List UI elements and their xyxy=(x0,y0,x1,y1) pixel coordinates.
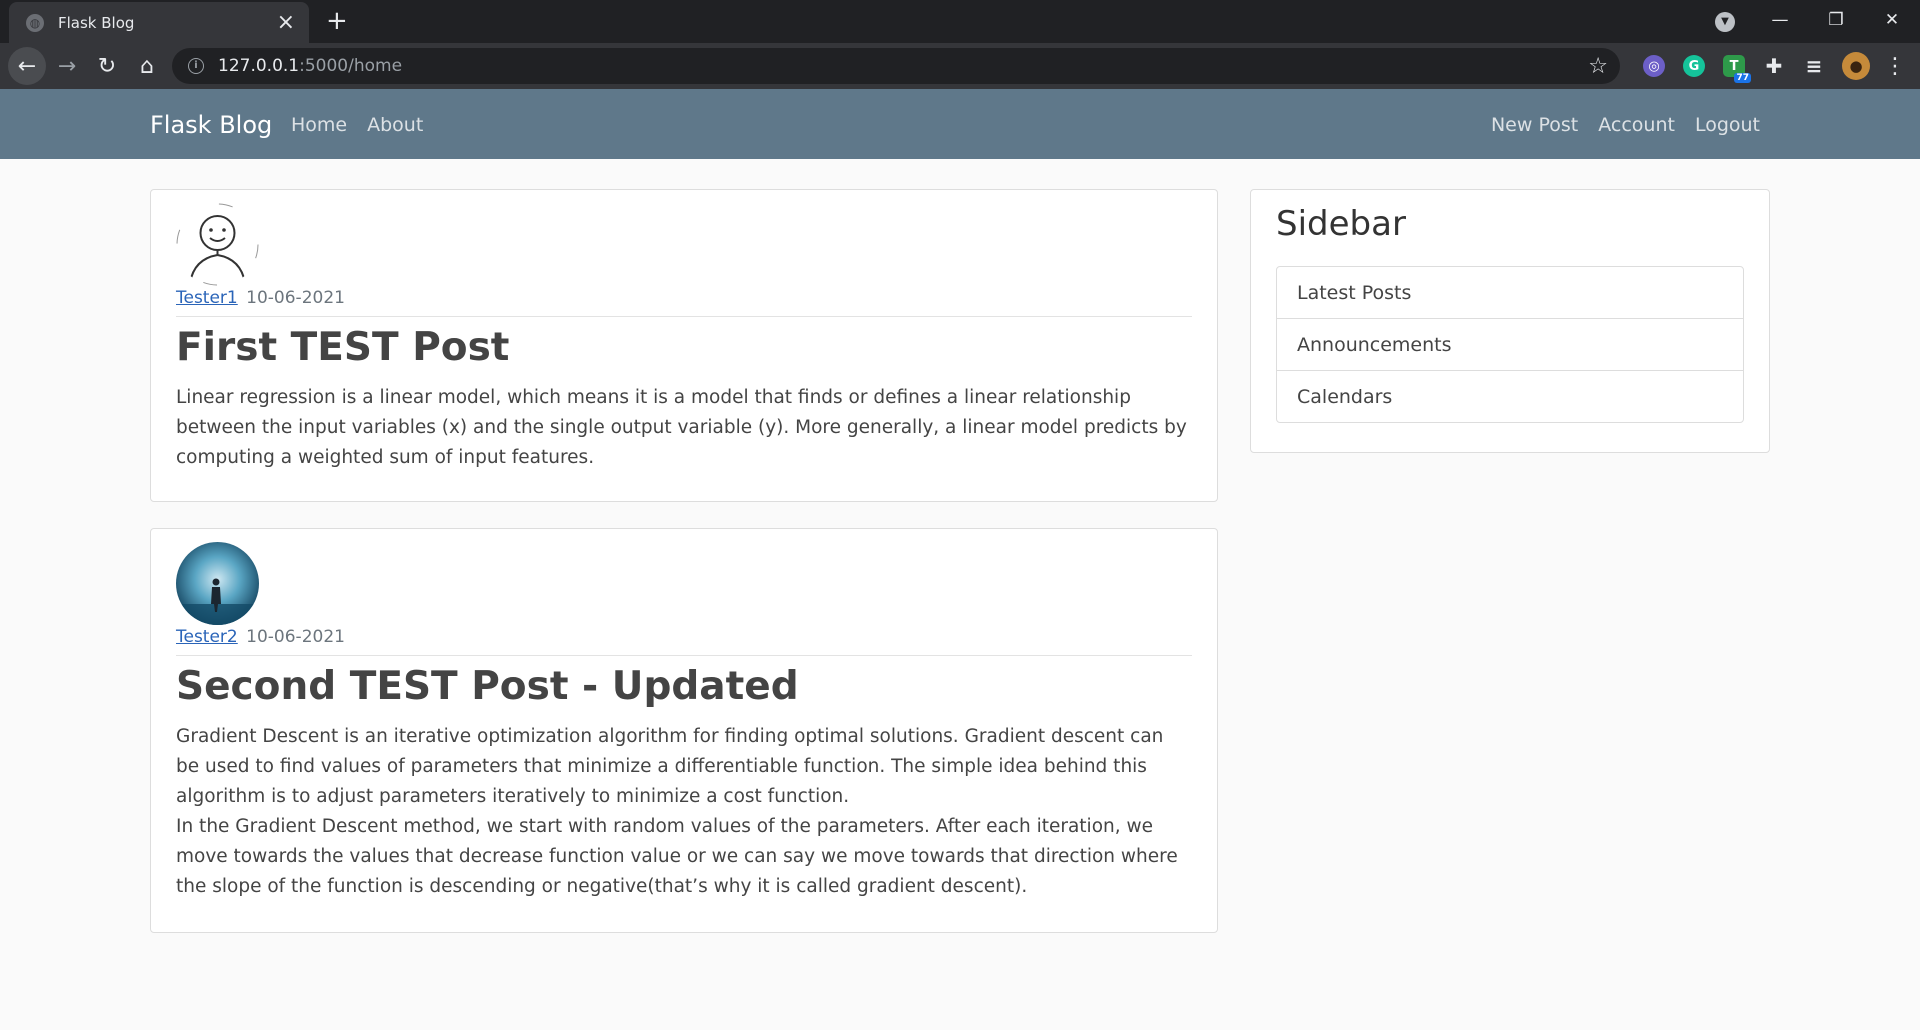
sidebar-item-latest-posts[interactable]: Latest Posts xyxy=(1277,267,1743,319)
minimize-icon[interactable]: — xyxy=(1752,10,1808,30)
post-card: Tester2 10-06-2021 Second TEST Post - Up… xyxy=(150,528,1218,933)
extension-t-icon[interactable]: T 77 xyxy=(1723,55,1751,83)
divider xyxy=(176,316,1192,317)
forward-icon[interactable]: → xyxy=(48,47,86,85)
menu-dots-icon[interactable]: ⋮ xyxy=(1884,54,1906,79)
grammarly-icon[interactable]: G xyxy=(1683,55,1705,77)
window-controls: — ❐ ✕ xyxy=(1752,0,1920,40)
sidebar-item-calendars[interactable]: Calendars xyxy=(1277,371,1743,422)
home-icon[interactable]: ⌂ xyxy=(128,47,166,85)
author-link[interactable]: Tester1 xyxy=(176,288,238,308)
close-tab-icon[interactable]: × xyxy=(277,11,295,34)
restore-icon[interactable]: ❐ xyxy=(1808,10,1864,30)
post-card: Tester1 10-06-2021 First TEST Post Linea… xyxy=(150,189,1218,502)
post-content: Linear regression is a linear model, whi… xyxy=(176,383,1192,473)
tab-search-icon[interactable]: ▼ xyxy=(1715,12,1735,32)
bookmark-star-icon[interactable]: ☆ xyxy=(1588,54,1608,79)
site-info-icon[interactable]: i xyxy=(188,58,204,74)
tab-title: Flask Blog xyxy=(58,13,135,32)
new-tab-button[interactable]: + xyxy=(326,8,348,34)
nav-left: Home About xyxy=(291,114,443,136)
profile-avatar-icon[interactable]: ● xyxy=(1842,52,1870,80)
post-date: 10-06-2021 xyxy=(246,288,345,308)
nav-about-link[interactable]: About xyxy=(367,114,423,136)
close-window-icon[interactable]: ✕ xyxy=(1864,10,1920,30)
post-paragraph: Linear regression is a linear model, whi… xyxy=(176,387,1187,468)
post-meta: Tester2 10-06-2021 xyxy=(176,627,345,647)
sidebar-list: Latest Posts Announcements Calendars xyxy=(1276,266,1744,423)
nav-right: New Post Account Logout xyxy=(1471,114,1760,136)
puzzle-icon[interactable]: ✚ xyxy=(1763,54,1785,78)
sidebar-title: Sidebar xyxy=(1276,204,1406,244)
post-title[interactable]: First TEST Post xyxy=(176,325,509,370)
post-paragraph: Gradient Descent is an iterative optimiz… xyxy=(176,726,1164,807)
site-navbar: Flask Blog Home About New Post Account L… xyxy=(0,89,1920,159)
author-avatar xyxy=(176,542,259,625)
nav-logout-link[interactable]: Logout xyxy=(1695,114,1760,136)
address-bar[interactable]: i 127.0.0.1:5000/home ☆ xyxy=(172,48,1620,84)
author-avatar xyxy=(176,203,259,286)
post-title[interactable]: Second TEST Post - Updated xyxy=(176,664,799,709)
url-text: 127.0.0.1:5000/home xyxy=(218,56,403,76)
extensions-area: ◎ G T 77 ✚ ≡ ● ⋮ xyxy=(1634,52,1906,83)
author-link[interactable]: Tester2 xyxy=(176,627,238,647)
post-content: Gradient Descent is an iterative optimiz… xyxy=(176,722,1192,902)
back-icon[interactable]: ← xyxy=(8,47,46,85)
globe-icon: ◍ xyxy=(26,13,44,32)
post-paragraph: In the Gradient Descent method, we start… xyxy=(176,816,1178,897)
extension-badge: 77 xyxy=(1734,73,1751,83)
post-meta: Tester1 10-06-2021 xyxy=(176,288,345,308)
browser-toolbar: ← → ↻ ⌂ i 127.0.0.1:5000/home ☆ ◎ G T 77 … xyxy=(0,43,1920,89)
nav-new-post-link[interactable]: New Post xyxy=(1491,114,1578,136)
browser-tab[interactable]: ◍ Flask Blog × xyxy=(9,2,309,43)
nav-account-link[interactable]: Account xyxy=(1598,114,1675,136)
browser-tabstrip: ◍ Flask Blog × + ▼ — ❐ ✕ xyxy=(0,0,1920,43)
reading-list-icon[interactable]: ≡ xyxy=(1803,54,1825,78)
sidebar: Sidebar Latest Posts Announcements Calen… xyxy=(1250,189,1770,453)
brand-link[interactable]: Flask Blog xyxy=(150,111,272,139)
sidebar-item-announcements[interactable]: Announcements xyxy=(1277,319,1743,371)
extension-icon[interactable]: ◎ xyxy=(1643,55,1665,77)
post-date: 10-06-2021 xyxy=(246,627,345,647)
divider xyxy=(176,655,1192,656)
reload-icon[interactable]: ↻ xyxy=(88,47,126,85)
nav-home-link[interactable]: Home xyxy=(291,114,347,136)
